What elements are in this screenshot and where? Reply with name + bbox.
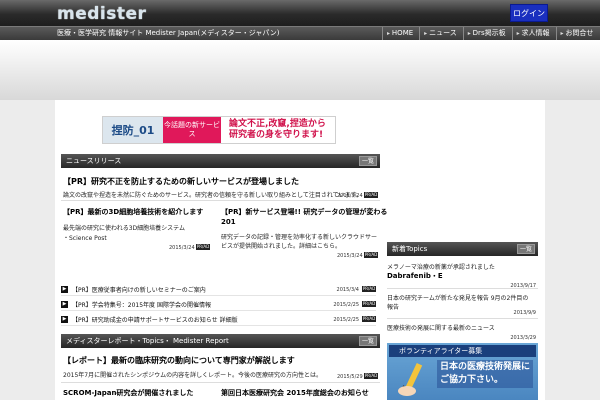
pencil-icon (398, 362, 423, 396)
ad-band (0, 40, 600, 100)
site-logo[interactable]: medister (57, 4, 146, 24)
topic-title-2: 報告 (387, 304, 400, 311)
news-col1-excerpt: 最先端の研究に使われる3D細胞培養システム (63, 225, 185, 232)
list-item-tag: PR/AD (362, 301, 376, 307)
report-more-button[interactable]: 一覧 (358, 336, 377, 346)
site-tagline: 医療・医学研究 情報サイト Medister Japan(メディスター・ジャパン… (57, 29, 280, 37)
report-lead-excerpt: 2015年7月に開催されたシンポジウムの内容を詳しくレポート。今後の医療研究の方… (63, 372, 322, 379)
top-bar: medister ログイン (0, 0, 600, 26)
list-item-title[interactable]: 【PR】医療従事者向けの新しいセミナーのご案内 (72, 285, 206, 294)
nav-news[interactable]: ニュース (419, 27, 463, 41)
list-item[interactable]: ▶ 【PR】医療従事者向けの新しいセミナーのご案内 2015/3/4 PR/AD (61, 284, 376, 296)
main-nav: HOME ニュース Drs掲示板 求人情報 お問合せ (382, 27, 599, 41)
list-item-date: 2015/3/4 (336, 287, 359, 293)
report-lead-date: 2015/5/29 (337, 374, 363, 380)
news-col1-date: 2015/3/24 (169, 245, 195, 251)
news-lead-date: 2015/3/24 (337, 193, 363, 199)
list-item-title[interactable]: 【PR】研究助成金の申請サポートサービスのお知らせ 詳細版 (72, 315, 238, 324)
news-section-header: ニュースリリース 一覧 (61, 154, 380, 168)
news-col1-source: ・Science Post (63, 235, 107, 242)
topics-section-header: 新着Topics 一覧 (387, 242, 538, 256)
promo-banner[interactable]: 捏防_01 今話題の新サービス 論文不正,改竄,捏造から 研究者の身を守ります! (102, 116, 336, 144)
page-content: 捏防_01 今話題の新サービス 論文不正,改竄,捏造から 研究者の身を守ります!… (55, 100, 545, 400)
list-item-date: 2015/2/25 (333, 302, 359, 308)
login-button[interactable]: ログイン (510, 4, 548, 22)
news-more-button[interactable]: 一覧 (358, 156, 377, 166)
volunteer-text: 日本の医療技術発展に ご協力下さい。 (437, 360, 534, 388)
report-col1-title[interactable]: SCROM-Japan研究会が開催されました (63, 388, 193, 398)
topic-title[interactable]: 日本の研究チームが新たな発見を報告 9月の2件目の (387, 293, 528, 302)
nav-board[interactable]: Drs掲示板 (462, 27, 512, 41)
nav-contact[interactable]: お問合せ (555, 27, 600, 41)
topic-date: 2013/9/9 (513, 310, 536, 316)
nav-bar: 医療・医学研究 情報サイト Medister Japan(メディスター・ジャパン… (0, 26, 600, 41)
banner-badge: 今話題の新サービス (163, 117, 221, 143)
news-lead-excerpt: 論文の改竄や捏造を未然に防ぐためのサービス。研究者の信頼を守る新しい取り組みとし… (63, 192, 363, 199)
list-item[interactable]: ▶ 【PR】研究助成金の申請サポートサービスのお知らせ 詳細版 2015/2/2… (61, 314, 376, 326)
divider (61, 200, 380, 201)
volunteer-header: ボランティアライター募集 (389, 345, 536, 357)
topics-more-button[interactable]: 一覧 (516, 244, 535, 254)
news-col1-title[interactable]: 【PR】最新の3D細胞培養技術を紹介します (63, 207, 203, 217)
list-item-tag: PR/AD (362, 316, 376, 322)
list-item-tag: PR/AD (362, 286, 376, 292)
divider (387, 288, 538, 289)
arrow-right-icon: ▶ (61, 316, 68, 323)
banner-brand: 捏防_01 (103, 117, 163, 143)
banner-text: 論文不正,改竄,捏造から 研究者の身を守ります! (229, 119, 326, 140)
topic-date: 2013/3/29 (510, 335, 536, 341)
nav-home[interactable]: HOME (382, 27, 419, 41)
topic-title[interactable]: メラノーマ治療の新薬が承認されました (387, 262, 495, 271)
topic-title[interactable]: 医療技術の発展に関する最新のニュース (387, 323, 495, 332)
report-section-header: メディスターレポート・Topics・ Medister Report 一覧 (61, 334, 380, 348)
news-lead-title[interactable]: 【PR】研究不正を防止するための新しいサービスが登場しました (63, 176, 299, 187)
topic-title-2: Dabrafenib・E (387, 272, 443, 280)
news-col2-excerpt: 研究データの記録・管理を効率化する新しいクラウドサービスが提供開始されました。詳… (221, 234, 378, 250)
news-col1-tag: PR/AD (196, 244, 210, 250)
divider (387, 318, 538, 319)
news-col2-title[interactable]: 【PR】新サービス登場!! 研究データの管理が変わる (221, 207, 387, 217)
arrow-right-icon: ▶ (61, 301, 68, 308)
list-item-title[interactable]: 【PR】学会特集号：2015年度 国際学会の開催情報 (72, 300, 211, 309)
list-item-date: 2015/2/25 (333, 317, 359, 323)
news-col2-date: 2015/3/24 (337, 253, 363, 259)
news-col2-tag: PR/AD (364, 252, 378, 258)
report-lead-title[interactable]: 【レポート】最新の臨床研究の動向について専門家が解説します (63, 355, 295, 366)
arrow-right-icon: ▶ (61, 286, 68, 293)
divider (61, 382, 380, 383)
list-item[interactable]: ▶ 【PR】学会特集号：2015年度 国際学会の開催情報 2015/2/25 P… (61, 299, 376, 311)
report-lead-tag: PR/AD (364, 373, 378, 379)
volunteer-banner[interactable]: ボランティアライター募集 日本の医療技術発展に ご協力下さい。 (387, 343, 538, 400)
nav-jobs[interactable]: 求人情報 (511, 27, 556, 41)
news-lead-tag: PR/AD (364, 192, 378, 198)
report-col2-title[interactable]: 第回日本医療研究会 2015年度総会のお知らせ (221, 388, 369, 398)
news-col2-title-2: 201 (221, 218, 236, 226)
